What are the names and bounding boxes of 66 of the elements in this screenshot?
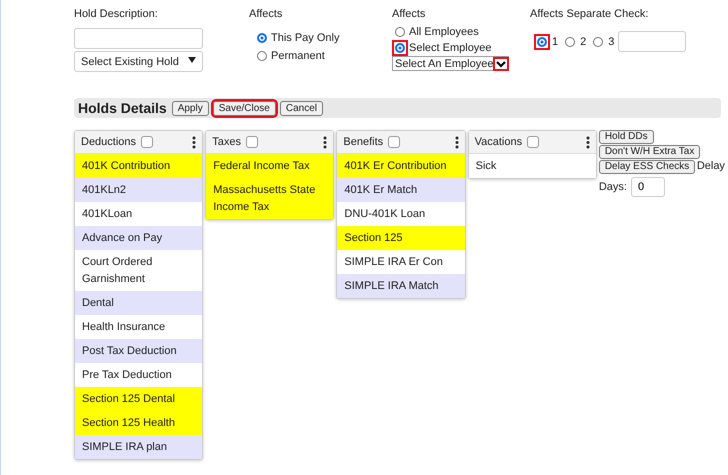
list-item[interactable]: SIMPLE IRA Match bbox=[337, 274, 465, 298]
list-item[interactable]: Pre Tax Deduction bbox=[75, 363, 202, 387]
hold-description-field[interactable] bbox=[74, 28, 203, 49]
list-item[interactable]: DNU-401K Loan bbox=[337, 202, 465, 226]
checkbox[interactable] bbox=[388, 136, 400, 148]
option-button[interactable]: Hold DDs bbox=[598, 130, 654, 144]
field-label: Affects bbox=[392, 8, 426, 20]
radio-button[interactable] bbox=[257, 51, 267, 61]
field-label: Affects Separate Check: bbox=[530, 8, 650, 20]
radio-button[interactable] bbox=[395, 27, 405, 37]
list-item[interactable]: Sick bbox=[468, 154, 596, 178]
panel-title: Deductions bbox=[81, 136, 136, 148]
radio-label: Select Employee bbox=[409, 42, 492, 54]
panel-title: Taxes bbox=[212, 136, 241, 148]
more-options-icon[interactable] bbox=[586, 136, 590, 148]
list-item[interactable]: 401KLoan bbox=[75, 202, 202, 226]
existing-hold-dropdown[interactable]: Select Existing Hold bbox=[74, 51, 203, 72]
list-item[interactable]: Post Tax Deduction bbox=[75, 339, 202, 363]
check-number-field[interactable] bbox=[618, 31, 686, 52]
field-label: Affects bbox=[249, 8, 284, 20]
list-item[interactable]: Section 125 Dental bbox=[75, 387, 202, 411]
field-label: Hold Description: bbox=[74, 8, 159, 20]
option-button[interactable]: Delay ESS Checks bbox=[598, 160, 696, 174]
radio-button[interactable] bbox=[257, 33, 267, 43]
list-item[interactable]: Advance on Pay bbox=[75, 226, 202, 250]
list-item[interactable]: SIMPLE IRA plan bbox=[75, 435, 202, 459]
list-item[interactable]: Health Insurance bbox=[75, 315, 202, 339]
list-item[interactable]: Massachusetts State Income Tax bbox=[206, 178, 334, 219]
radio-button[interactable] bbox=[565, 36, 576, 46]
more-options-icon[interactable] bbox=[454, 136, 459, 148]
dropdown-arrow-icon bbox=[188, 56, 196, 62]
days-label: Days: bbox=[598, 181, 627, 193]
list-item[interactable]: Dental bbox=[75, 291, 202, 315]
list-item[interactable]: 401KLn2 bbox=[75, 178, 202, 202]
list-item[interactable]: Federal Income Tax bbox=[206, 154, 334, 178]
radio-label: 2 bbox=[580, 36, 586, 48]
panel-title: Vacations bbox=[474, 136, 522, 148]
radio-label: This Pay Only bbox=[271, 32, 340, 44]
list-item[interactable]: 401K Er Match bbox=[337, 178, 465, 202]
list-item[interactable]: Section 125 Health bbox=[75, 411, 202, 435]
more-options-icon[interactable] bbox=[323, 136, 328, 148]
delay-label: Delay bbox=[696, 160, 725, 172]
action-button[interactable]: Save/Close bbox=[212, 100, 276, 116]
days-field[interactable]: 0 bbox=[630, 177, 665, 197]
list-item[interactable]: 401K Er Contribution bbox=[337, 154, 465, 178]
list-item[interactable]: 401K Contribution bbox=[75, 154, 202, 178]
radio-button[interactable] bbox=[537, 36, 547, 46]
more-options-icon[interactable] bbox=[192, 136, 196, 148]
list-item[interactable]: Section 125 bbox=[337, 226, 465, 250]
radio-button[interactable] bbox=[395, 43, 405, 53]
list-item[interactable]: SIMPLE IRA Er Con bbox=[337, 250, 465, 274]
action-button[interactable]: Apply bbox=[172, 100, 209, 116]
panel-title: Benefits bbox=[343, 136, 384, 148]
radio-label: 3 bbox=[608, 36, 614, 48]
radio-label: All Employees bbox=[409, 26, 479, 38]
action-button[interactable]: Cancel bbox=[280, 100, 323, 116]
checkbox[interactable] bbox=[246, 136, 258, 148]
list-item[interactable]: Court Ordered Garnishment bbox=[75, 250, 202, 291]
radio-label: Permanent bbox=[271, 50, 325, 62]
option-button[interactable]: Don't W/H Extra Tax bbox=[598, 145, 700, 159]
section-title: Holds Details bbox=[78, 100, 167, 116]
employee-dropdown[interactable]: Select An Employee bbox=[392, 56, 510, 71]
checkbox[interactable] bbox=[527, 136, 540, 148]
radio-button[interactable] bbox=[593, 36, 604, 46]
checkbox[interactable] bbox=[141, 136, 154, 148]
radio-label: 1 bbox=[552, 36, 558, 48]
